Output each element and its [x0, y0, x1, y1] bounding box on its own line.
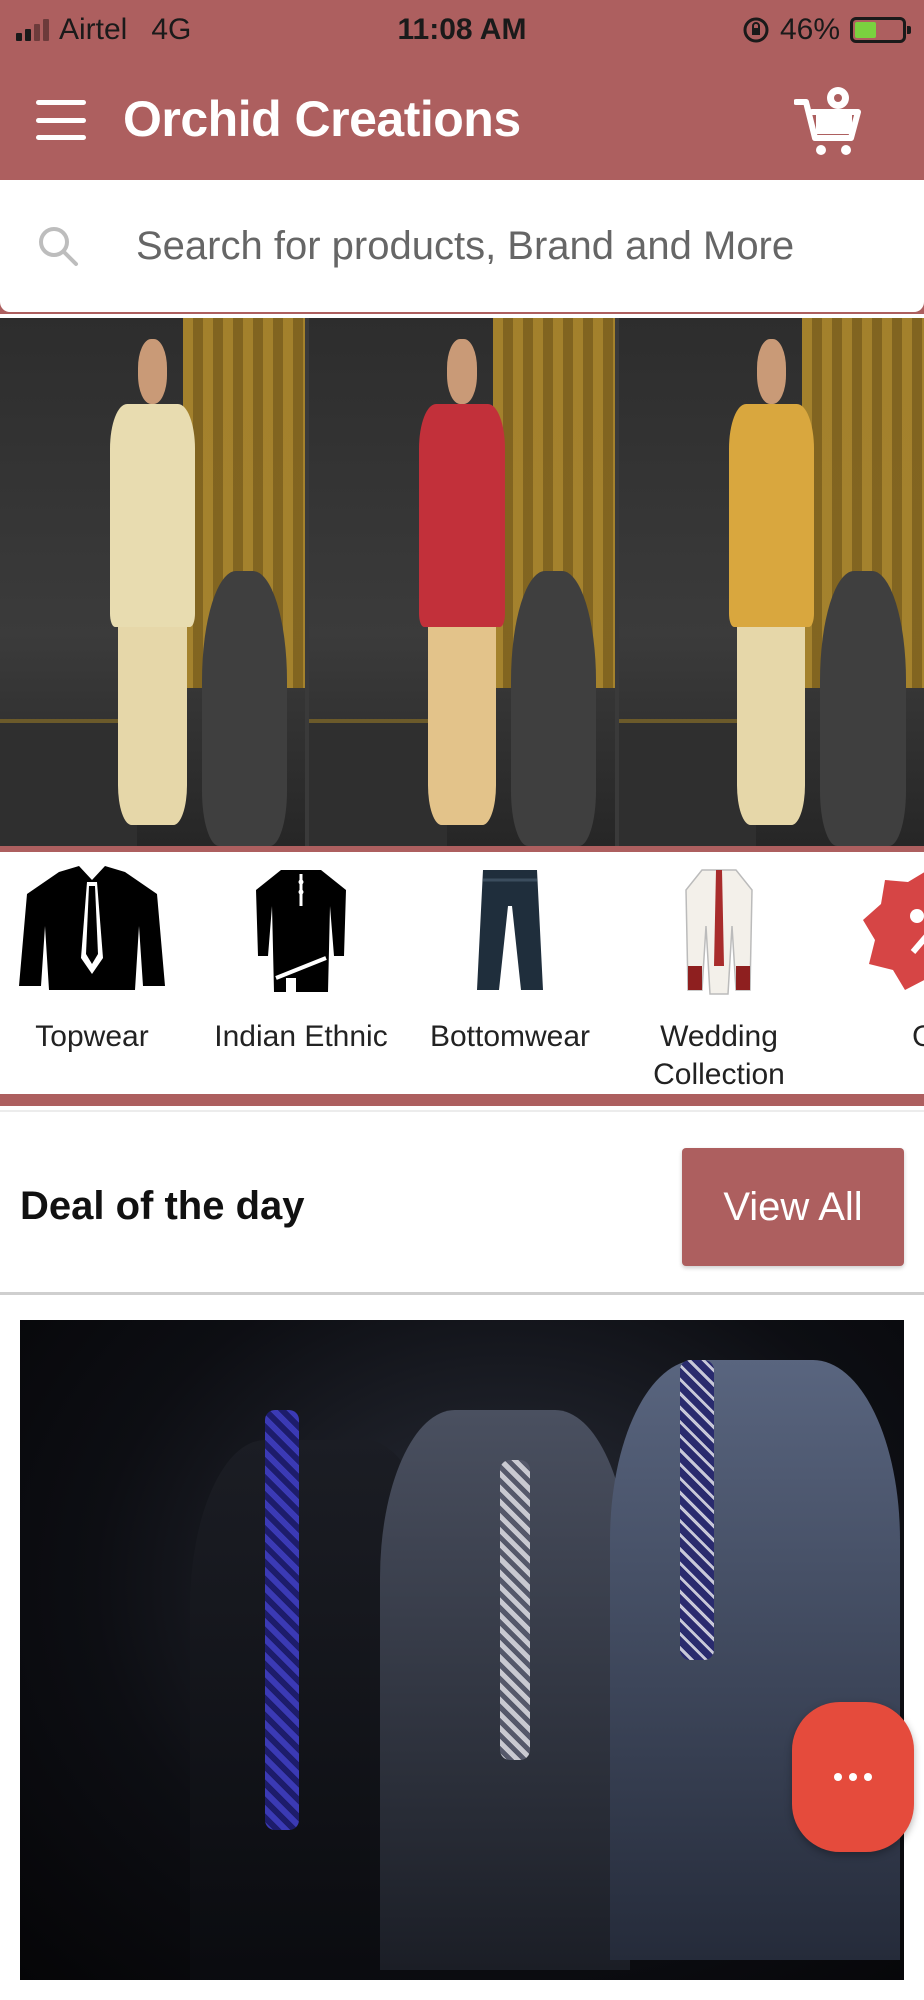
- tie: [500, 1460, 530, 1760]
- status-right: 46%: [742, 13, 911, 47]
- suit-mannequin: [610, 1360, 900, 1960]
- deal-image[interactable]: [20, 1320, 904, 1980]
- view-all-button[interactable]: View All: [682, 1148, 904, 1266]
- category-bottomwear[interactable]: Bottomwear: [415, 866, 605, 1056]
- app-bar: Orchid Creations: [0, 60, 924, 180]
- cart-icon[interactable]: [794, 80, 864, 160]
- search-bar[interactable]: [0, 180, 924, 312]
- chat-fab-button[interactable]: [792, 1702, 914, 1852]
- category-label: Bottomwear: [429, 1020, 591, 1053]
- more-dots-icon: [834, 1773, 872, 1781]
- category-indian-ethnic[interactable]: Indian Ethnic: [206, 866, 396, 1056]
- battery-fill: [855, 22, 877, 38]
- battery-percent: 46%: [779, 13, 840, 46]
- tie: [265, 1410, 299, 1830]
- app-title: Orchid Creations: [123, 91, 521, 147]
- category-offers[interactable]: Of: [833, 866, 924, 1056]
- category-topwear[interactable]: Topwear: [0, 866, 187, 1056]
- model-figure: [710, 339, 832, 835]
- category-label-line1: Wedding: [660, 1020, 778, 1053]
- category-label-line2: Collection: [653, 1058, 785, 1091]
- wedding-collection-icon: [685, 869, 753, 995]
- category-divider: [0, 1094, 924, 1106]
- offer-icon: [863, 872, 924, 990]
- category-wedding-collection[interactable]: Wedding Collection: [624, 866, 814, 1092]
- search-icon: [39, 227, 78, 266]
- tie: [680, 1360, 714, 1660]
- category-label: Indian Ethnic: [214, 1020, 388, 1053]
- hamburger-menu-icon[interactable]: [36, 100, 86, 140]
- battery-icon: [850, 17, 911, 43]
- model-figure: [92, 339, 214, 835]
- search-input[interactable]: [136, 210, 896, 282]
- banner-panel: [618, 318, 924, 846]
- category-label: Of: [912, 1020, 924, 1053]
- topwear-icon: [19, 866, 165, 990]
- deal-header: Deal of the day View All: [0, 1110, 924, 1294]
- status-bar: Airtel 4G 11:08 AM 46%: [0, 0, 924, 60]
- category-label: Topwear: [35, 1020, 149, 1053]
- orientation-lock-icon: [743, 17, 769, 43]
- search-area: [0, 180, 924, 314]
- indian-ethnic-icon: [256, 870, 346, 994]
- hero-banner[interactable]: [0, 318, 924, 846]
- bottomwear-icon: [477, 870, 543, 990]
- deal-title: Deal of the day: [20, 1184, 305, 1228]
- model-figure: [401, 339, 523, 835]
- banner-panel: [0, 318, 306, 846]
- banner-panel: [309, 318, 615, 846]
- deal-divider: [0, 1292, 924, 1295]
- category-strip: Topwear Indian Ethnic Bottomwear Wedding…: [0, 852, 924, 1092]
